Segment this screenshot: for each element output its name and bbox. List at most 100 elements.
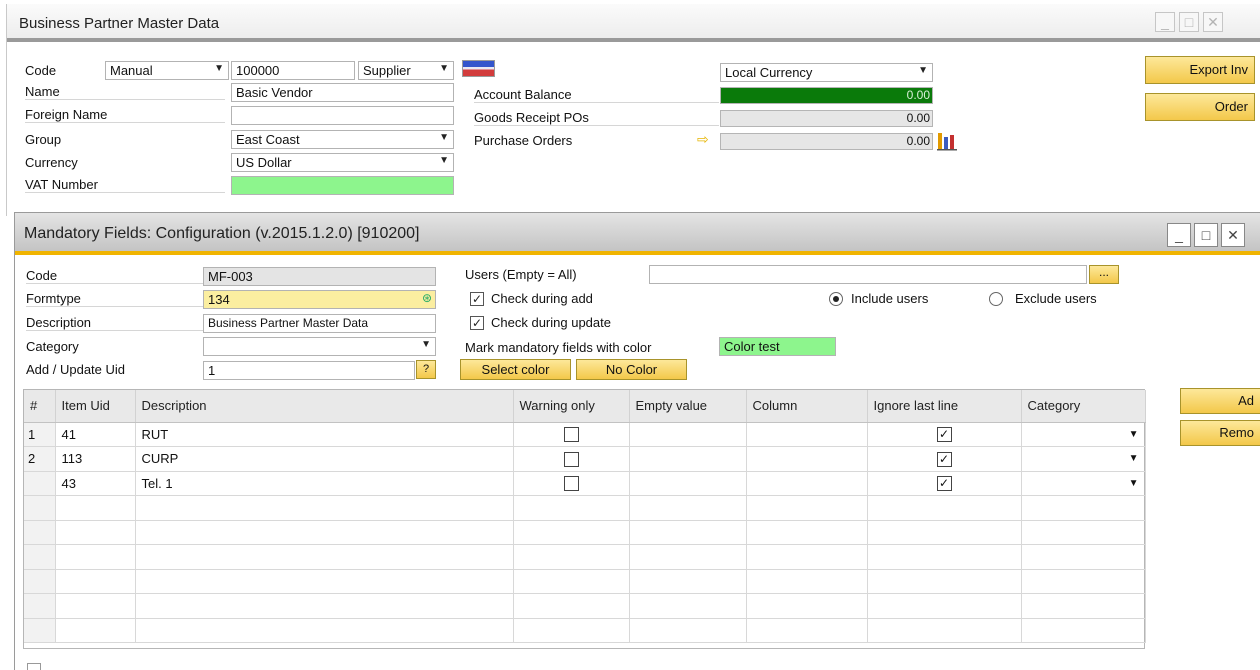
table-row[interactable]: 1 41 RUT ✓ ▼ <box>24 422 1146 447</box>
table-row-empty[interactable] <box>24 569 1146 594</box>
column-cell[interactable] <box>746 422 868 447</box>
description-cell[interactable]: CURP <box>135 446 514 472</box>
col-header-number: # <box>24 390 56 423</box>
category-select[interactable]: ▼ <box>203 337 436 356</box>
description-input[interactable]: Business Partner Master Data <box>203 314 436 333</box>
exclude-users-radio[interactable] <box>989 292 1003 306</box>
close-icon[interactable]: ✕ <box>1221 223 1245 247</box>
no-color-button[interactable]: No Color <box>576 359 687 380</box>
purchase-orders-value: 0.00 <box>720 133 933 150</box>
bp-type-select[interactable]: Supplier ▼ <box>358 61 454 80</box>
select-color-button[interactable]: Select color <box>460 359 571 380</box>
ignore-last-line-cell[interactable]: ✓ <box>867 422 1022 447</box>
warning-only-cell[interactable] <box>513 422 630 447</box>
minimize-icon[interactable]: _ <box>1155 12 1175 32</box>
name-input[interactable]: Basic Vendor <box>231 83 454 102</box>
bar-chart-icon[interactable] <box>937 131 959 151</box>
formtype-input[interactable]: 134 ⊛ <box>203 290 436 309</box>
foreign-name-input[interactable] <box>231 106 454 125</box>
empty-value-cell[interactable] <box>629 422 747 447</box>
local-currency-select[interactable]: Local Currency ▼ <box>720 63 933 82</box>
globe-search-icon[interactable]: ⊛ <box>422 291 432 305</box>
bottom-checkbox[interactable] <box>27 663 41 670</box>
item-uid-cell[interactable]: 41 <box>55 422 136 447</box>
col-header-category[interactable]: Category <box>1021 390 1146 423</box>
category-cell[interactable]: ▼ <box>1021 471 1146 496</box>
table-row[interactable]: 2 113 CURP ✓ ▼ <box>24 446 1146 472</box>
col-header-item-uid[interactable]: Item Uid <box>55 390 136 423</box>
include-users-radio[interactable] <box>829 292 843 306</box>
check-during-update-checkbox[interactable]: ✓ <box>470 316 484 330</box>
add-row-button[interactable]: Ad <box>1180 388 1260 414</box>
warning-only-checkbox[interactable] <box>563 476 579 492</box>
close-icon[interactable]: ✕ <box>1203 12 1223 32</box>
chevron-down-icon[interactable]: ▼ <box>1129 429 1139 440</box>
col-header-description[interactable]: Description <box>135 390 514 423</box>
mf-code-label: Code <box>26 268 206 284</box>
remove-row-button[interactable]: Remo <box>1180 420 1260 446</box>
category-cell[interactable]: ▼ <box>1021 422 1146 447</box>
description-cell[interactable]: Tel. 1 <box>135 471 514 496</box>
empty-value-cell[interactable] <box>629 471 747 496</box>
col-header-empty-value[interactable]: Empty value <box>629 390 747 423</box>
warning-only-cell[interactable] <box>513 471 630 496</box>
check-during-add-checkbox[interactable]: ✓ <box>470 292 484 306</box>
category-cell[interactable]: ▼ <box>1021 446 1146 472</box>
bp-master-window: Business Partner Master Data _ □ ✕ Code … <box>6 4 1260 216</box>
browse-users-button[interactable]: ... <box>1089 265 1119 284</box>
chevron-down-icon: ▼ <box>439 132 449 143</box>
empty-value-cell[interactable] <box>629 446 747 472</box>
check-during-add-label: Check during add <box>491 291 593 306</box>
item-uid-cell[interactable]: 113 <box>55 446 136 472</box>
warning-only-checkbox[interactable] <box>563 427 579 443</box>
code-series-select[interactable]: Manual ▼ <box>105 61 229 80</box>
include-users-label: Include users <box>851 291 929 306</box>
group-select[interactable]: East Coast ▼ <box>231 130 454 149</box>
chevron-down-icon[interactable]: ▼ <box>1129 453 1139 464</box>
link-arrow-icon[interactable]: ⇨ <box>697 131 709 148</box>
help-button[interactable]: ? <box>416 360 436 379</box>
add-update-uid-input[interactable]: 1 <box>203 361 415 380</box>
maximize-icon[interactable]: □ <box>1179 12 1199 32</box>
table-row[interactable]: 43 Tel. 1 ✓ ▼ <box>24 471 1146 496</box>
table-row-empty[interactable] <box>24 544 1146 570</box>
ignore-last-line-checkbox[interactable]: ✓ <box>936 427 952 443</box>
table-row-empty[interactable] <box>24 593 1146 619</box>
table-row-empty[interactable] <box>24 618 1146 643</box>
ignore-last-line-checkbox[interactable]: ✓ <box>936 476 952 492</box>
mf-code-input[interactable]: MF-003 <box>203 267 436 286</box>
ignore-last-line-checkbox[interactable]: ✓ <box>936 451 952 467</box>
warning-only-cell[interactable] <box>513 446 630 472</box>
mandatory-fields-table[interactable]: # Item Uid Description Warning only Empt… <box>23 389 1146 649</box>
description-cell[interactable]: RUT <box>135 422 514 447</box>
vat-number-input[interactable] <box>231 176 454 195</box>
maximize-icon[interactable]: □ <box>1194 223 1218 247</box>
mandatory-fields-window: Mandatory Fields: Configuration (v.2015.… <box>14 212 1260 670</box>
mf-window-title: Mandatory Fields: Configuration (v.2015.… <box>24 225 420 242</box>
col-header-ignore-last-line[interactable]: Ignore last line <box>867 390 1022 423</box>
code-input[interactable]: 100000 <box>231 61 355 80</box>
row-number: 2 <box>24 446 56 472</box>
table-row-empty[interactable] <box>24 495 1146 521</box>
warning-only-checkbox[interactable] <box>563 451 579 467</box>
chevron-down-icon: ▼ <box>421 339 431 350</box>
ignore-last-line-cell[interactable]: ✓ <box>867 471 1022 496</box>
table-row-empty[interactable] <box>24 520 1146 545</box>
column-cell[interactable] <box>746 471 868 496</box>
users-input[interactable] <box>649 265 1087 284</box>
chevron-down-icon: ▼ <box>214 63 224 74</box>
column-cell[interactable] <box>746 446 868 472</box>
item-uid-cell[interactable]: 43 <box>55 471 136 496</box>
minimize-icon[interactable]: _ <box>1167 223 1191 247</box>
chevron-down-icon[interactable]: ▼ <box>1129 478 1139 489</box>
currency-select[interactable]: US Dollar ▼ <box>231 153 454 172</box>
foreign-name-label: Foreign Name <box>25 107 225 123</box>
formtype-label: Formtype <box>26 291 206 307</box>
mf-title-bar: Mandatory Fields: Configuration (v.2015.… <box>15 213 1260 255</box>
order-button[interactable]: Order <box>1145 93 1255 121</box>
account-balance-value: 0.00 <box>720 87 933 104</box>
col-header-column[interactable]: Column <box>746 390 868 423</box>
col-header-warning-only[interactable]: Warning only <box>513 390 630 423</box>
export-invoice-button[interactable]: Export Inv <box>1145 56 1255 84</box>
ignore-last-line-cell[interactable]: ✓ <box>867 446 1022 472</box>
